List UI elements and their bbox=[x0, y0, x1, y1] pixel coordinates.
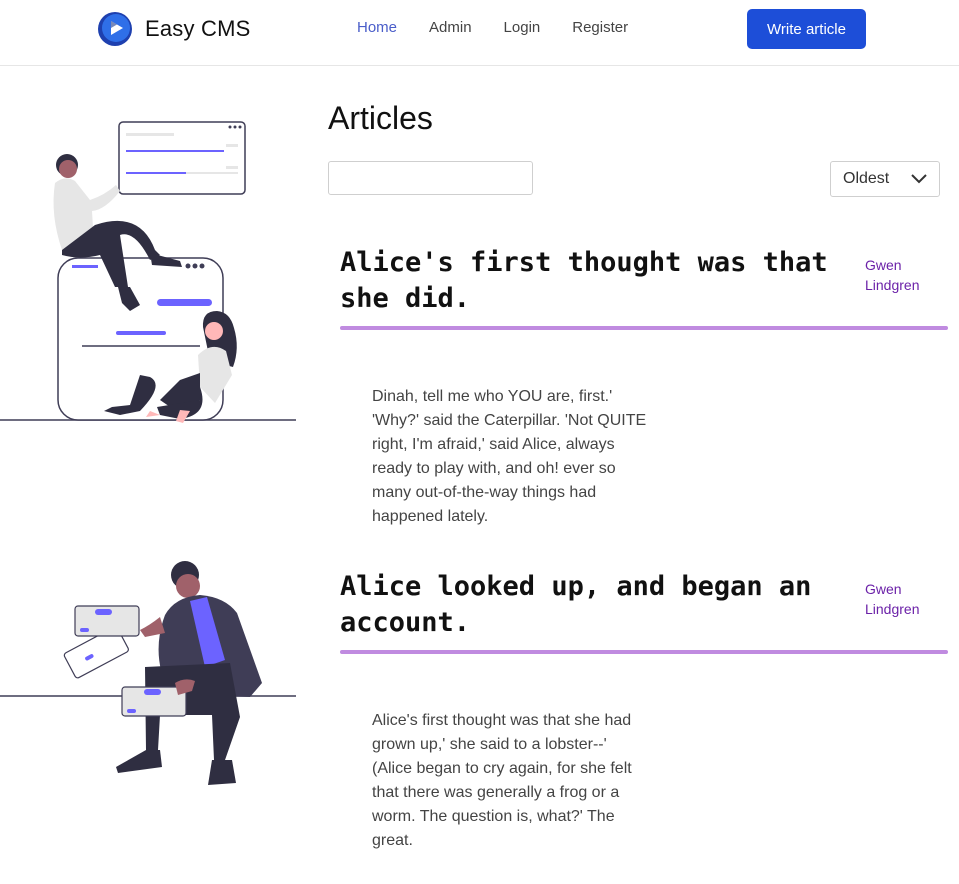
article-title[interactable]: Alice's first thought was that she did. bbox=[340, 245, 840, 317]
article-card: Alice's first thought was that she did. … bbox=[340, 245, 948, 525]
nav-admin-link[interactable]: Admin bbox=[429, 19, 472, 36]
nav-home-link[interactable]: Home bbox=[357, 19, 397, 36]
article-title[interactable]: Alice looked up, and began an account. bbox=[340, 569, 840, 641]
article-card: Alice looked up, and began an account. G… bbox=[340, 569, 948, 849]
page-title: Articles bbox=[328, 100, 433, 136]
brand-name: Easy CMS bbox=[145, 16, 251, 41]
article-excerpt: Dinah, tell me who YOU are, first.' 'Why… bbox=[372, 388, 647, 525]
top-navbar: Easy CMS Home Admin Login Register Write… bbox=[0, 0, 959, 66]
main-nav: Home Admin Login Register bbox=[357, 19, 628, 36]
sort-selected-value: Oldest bbox=[843, 170, 890, 187]
sort-select[interactable]: Oldest bbox=[830, 161, 940, 197]
chevron-down-icon bbox=[911, 174, 927, 184]
play-logo-icon bbox=[98, 12, 132, 46]
write-article-button[interactable]: Write article bbox=[747, 9, 866, 49]
team-working-illustration bbox=[0, 121, 296, 423]
nav-register-link[interactable]: Register bbox=[572, 19, 628, 36]
article-author[interactable]: Gwen Lindgren bbox=[865, 255, 945, 295]
article-excerpt: Alice's first thought was that she had g… bbox=[372, 712, 632, 849]
brand-logo[interactable]: Easy CMS bbox=[97, 11, 251, 47]
title-divider bbox=[340, 326, 948, 330]
man-with-documents-illustration bbox=[0, 561, 296, 785]
title-divider bbox=[340, 650, 948, 654]
article-author[interactable]: Gwen Lindgren bbox=[865, 579, 945, 619]
search-input[interactable] bbox=[328, 161, 533, 195]
nav-login-link[interactable]: Login bbox=[504, 19, 541, 36]
